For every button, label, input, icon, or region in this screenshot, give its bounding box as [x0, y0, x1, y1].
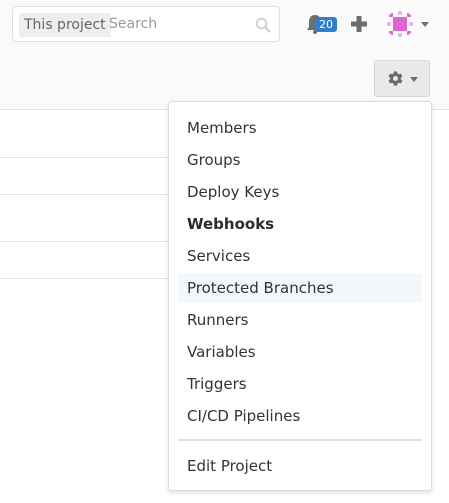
menu-item-edit-project[interactable]: Edit Project — [178, 451, 422, 481]
settings-dropdown-button[interactable] — [374, 60, 430, 97]
menu-item-variables[interactable]: Variables — [178, 337, 422, 367]
menu-item-groups[interactable]: Groups — [178, 145, 422, 175]
search-icon[interactable] — [255, 17, 271, 33]
menu-item-members[interactable]: Members — [178, 113, 422, 143]
gear-icon — [387, 70, 404, 87]
menu-item-runners[interactable]: Runners — [178, 305, 422, 335]
row-divider — [0, 241, 175, 242]
menu-item-triggers[interactable]: Triggers — [178, 369, 422, 399]
new-item-button[interactable] — [348, 13, 370, 35]
caret-down-icon — [410, 77, 418, 82]
avatar-caret-icon[interactable] — [421, 22, 429, 27]
menu-divider — [178, 439, 422, 441]
search-scope-chip[interactable]: This project — [19, 13, 111, 37]
settings-dropdown-menu: Members Groups Deploy Keys Webhooks Serv… — [168, 101, 432, 491]
search-input[interactable] — [109, 11, 239, 37]
menu-item-deploy-keys[interactable]: Deploy Keys — [178, 177, 422, 207]
menu-item-webhooks[interactable]: Webhooks — [178, 209, 422, 239]
identicon-avatar — [386, 10, 414, 38]
user-avatar[interactable] — [386, 10, 414, 38]
notification-count-badge: 20 — [315, 17, 337, 32]
plus-icon — [348, 16, 370, 39]
search-box[interactable]: This project — [12, 6, 280, 42]
notifications-button[interactable]: 20 — [305, 13, 337, 37]
menu-item-protected-branches[interactable]: Protected Branches — [178, 273, 422, 303]
row-divider — [0, 157, 175, 158]
menu-item-services[interactable]: Services — [178, 241, 422, 271]
menu-item-ci-cd-pipelines[interactable]: CI/CD Pipelines — [178, 401, 422, 431]
top-header: This project 20 — [0, 0, 449, 50]
row-divider — [0, 194, 175, 195]
row-divider — [0, 278, 175, 279]
